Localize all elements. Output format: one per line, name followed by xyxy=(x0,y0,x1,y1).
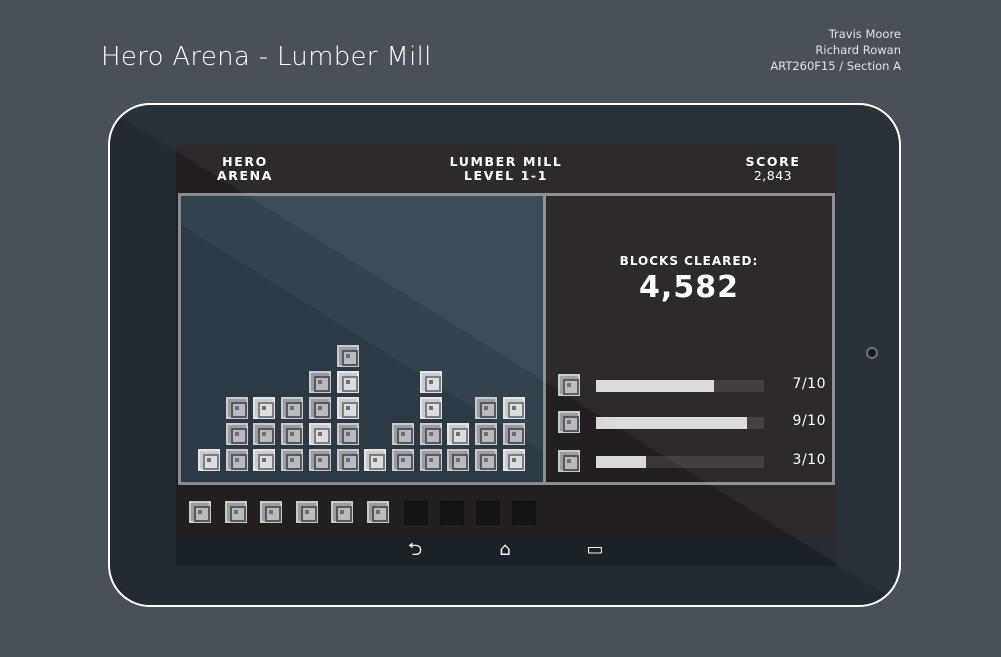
home-icon[interactable]: ⌂ xyxy=(488,538,522,562)
tray-empty-slot[interactable] xyxy=(476,501,500,525)
progress-fill xyxy=(596,456,647,468)
progress-track xyxy=(596,380,764,392)
level-name: LUMBER MILL xyxy=(449,154,563,169)
board-block xyxy=(281,423,304,445)
game-name: HERO ARENA xyxy=(214,155,276,183)
block-icon xyxy=(558,450,580,472)
tray-block[interactable] xyxy=(189,501,211,523)
game-board[interactable] xyxy=(178,193,546,485)
board-block xyxy=(308,449,331,471)
recents-icon[interactable]: ▭ xyxy=(578,538,612,562)
credit-line: ART260F15 / Section A xyxy=(770,59,901,73)
progress-track xyxy=(596,417,764,429)
stats-panel: BLOCKS CLEARED: 4,582 7/10 9/10 3/10 xyxy=(543,193,835,485)
android-nav-bar: ⮌ ⌂ ▭ xyxy=(176,535,836,566)
board-block xyxy=(308,397,331,419)
game-name-line: ARENA xyxy=(217,168,273,183)
credits: Travis Moore Richard Rowan ART260F15 / S… xyxy=(770,26,901,74)
blocks-cleared-value: 4,582 xyxy=(639,270,739,305)
score-label: SCORE xyxy=(745,154,801,169)
tray-block[interactable] xyxy=(366,501,389,523)
camera-icon xyxy=(866,347,878,359)
back-icon[interactable]: ⮌ xyxy=(398,538,432,562)
tray-block[interactable] xyxy=(224,501,247,523)
progress-fill xyxy=(596,417,748,429)
page-title: Hero Arena - Lumber Mill xyxy=(101,42,432,72)
board-block xyxy=(419,449,442,471)
board-block xyxy=(502,449,525,471)
tablet-frame: HERO ARENA LUMBER MILL LEVEL 1-1 SCORE 2… xyxy=(108,103,901,607)
board-block xyxy=(336,397,359,419)
progress-text: 3/10 xyxy=(792,452,826,468)
progress-text: 9/10 xyxy=(792,413,826,429)
credit-line: Richard Rowan xyxy=(815,43,901,57)
board-block xyxy=(308,371,331,393)
stat-row: 7/10 xyxy=(558,374,828,398)
blocks-cleared-label: BLOCKS CLEARED: xyxy=(619,254,759,268)
board-block xyxy=(253,397,276,419)
board-block xyxy=(308,423,331,445)
board-block xyxy=(198,449,220,471)
board-block xyxy=(336,423,359,445)
board-block xyxy=(475,397,497,419)
score-value: 2,843 xyxy=(753,168,793,183)
level-info: LUMBER MILL LEVEL 1-1 xyxy=(431,155,581,183)
progress-fill xyxy=(596,380,714,392)
tray-block[interactable] xyxy=(295,501,318,523)
game-name-line: HERO xyxy=(222,154,268,169)
block-tray xyxy=(176,487,836,533)
tray-empty-slot[interactable] xyxy=(404,501,428,525)
board-block xyxy=(364,449,387,471)
board-block xyxy=(391,423,414,445)
board-block xyxy=(281,449,304,471)
block-icon xyxy=(558,411,580,433)
board-block xyxy=(502,423,525,445)
board-block xyxy=(336,345,359,367)
board-block xyxy=(419,397,442,419)
hud-bar: HERO ARENA LUMBER MILL LEVEL 1-1 SCORE 2… xyxy=(176,145,836,193)
board-block xyxy=(281,397,304,419)
tray-empty-slot[interactable] xyxy=(512,501,536,525)
board-block xyxy=(475,449,497,471)
board-block xyxy=(225,423,248,445)
board-block xyxy=(447,423,470,445)
board-block xyxy=(419,371,442,393)
game-screen: HERO ARENA LUMBER MILL LEVEL 1-1 SCORE 2… xyxy=(176,145,836,566)
board-block xyxy=(336,371,359,393)
stat-row: 3/10 xyxy=(558,450,828,474)
progress-track xyxy=(596,456,764,468)
board-block xyxy=(336,449,359,471)
board-block xyxy=(225,449,248,471)
board-block xyxy=(225,397,248,419)
block-icon xyxy=(558,374,580,396)
progress-text: 7/10 xyxy=(792,376,826,392)
tray-empty-slot[interactable] xyxy=(440,501,464,525)
board-block xyxy=(391,449,414,471)
stat-row: 9/10 xyxy=(558,411,828,435)
level-number: LEVEL 1-1 xyxy=(463,168,549,183)
tray-block[interactable] xyxy=(331,501,353,523)
board-block xyxy=(475,423,497,445)
board-block xyxy=(253,449,276,471)
board-block xyxy=(447,449,470,471)
score: SCORE 2,843 xyxy=(741,155,805,183)
credit-line: Travis Moore xyxy=(828,27,901,41)
board-block xyxy=(419,423,442,445)
board-block xyxy=(502,397,525,419)
tray-block[interactable] xyxy=(260,501,282,523)
board-block xyxy=(253,423,276,445)
